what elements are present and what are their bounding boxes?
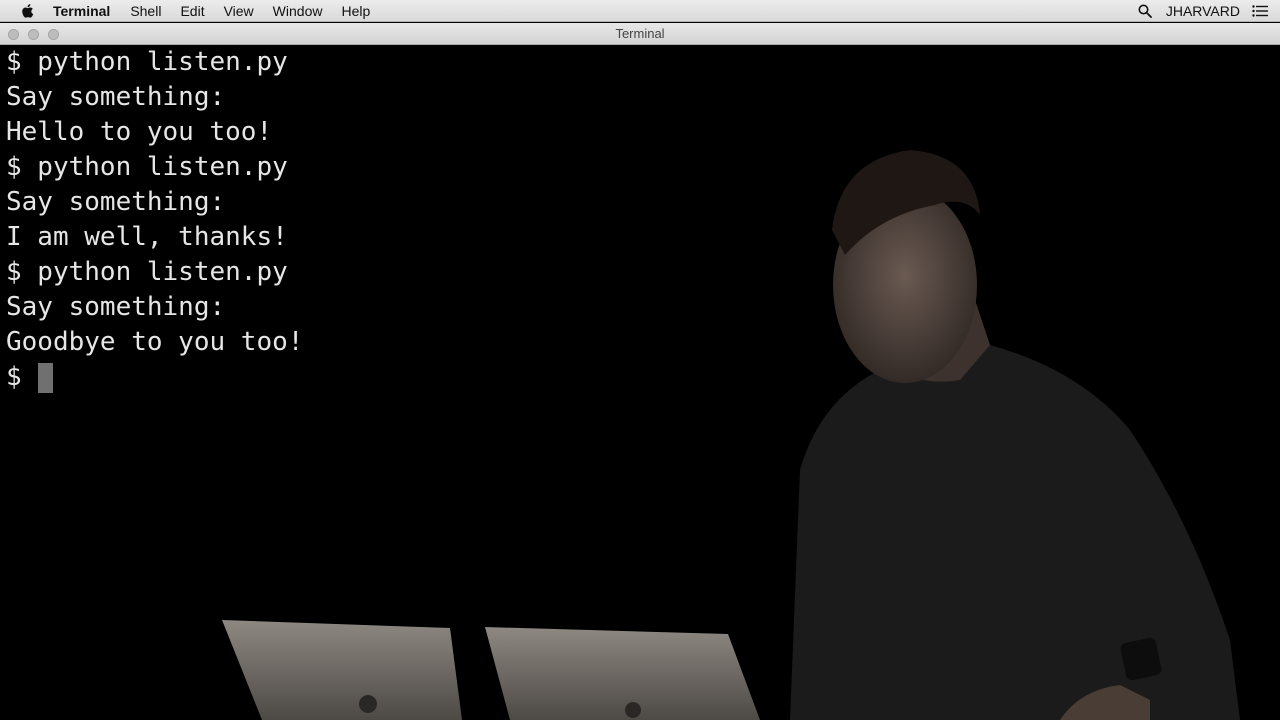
presenter-body (790, 345, 1240, 720)
terminal-line: Say something: (6, 82, 226, 112)
terminal-line: Say something: (6, 292, 226, 322)
terminal-line: $ python listen.py (6, 257, 288, 287)
terminal-line: Goodbye to you too! (6, 327, 304, 357)
terminal-output: $ python listen.py Say something: Hello … (6, 45, 303, 395)
terminal-prompt-line[interactable]: $ (6, 360, 303, 395)
terminal-cursor (37, 362, 53, 393)
laptop-left (222, 620, 462, 720)
terminal-line: $ python listen.py (6, 152, 288, 182)
terminal-line: Hello to you too! (6, 117, 273, 147)
laptop-right (485, 627, 760, 720)
laptop-left-logo (359, 695, 377, 713)
terminal-line: I am well, thanks! (6, 222, 288, 252)
laptop-right-logo (625, 702, 641, 718)
terminal-line: $ python listen.py (6, 47, 288, 77)
shell-prompt: $ (6, 362, 22, 392)
terminal-line: Say something: (6, 187, 226, 217)
